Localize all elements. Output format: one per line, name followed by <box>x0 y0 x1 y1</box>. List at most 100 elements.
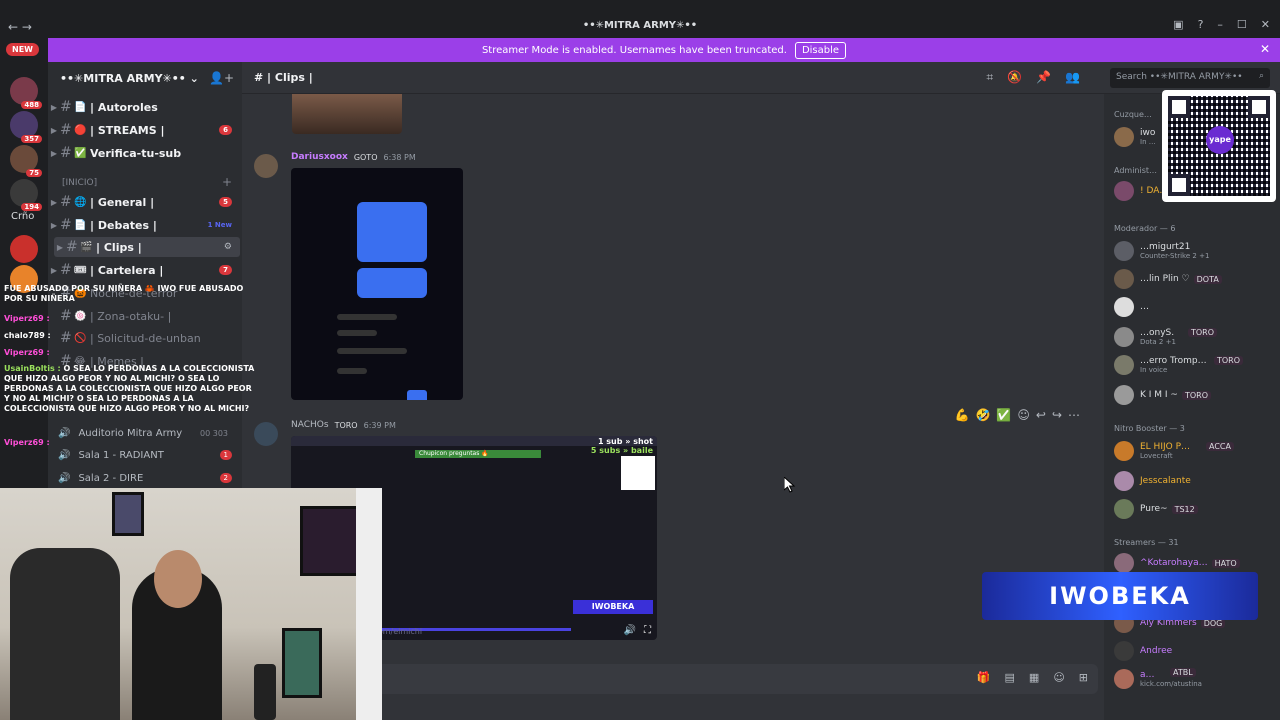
author-name[interactable]: Dariusxoox <box>291 152 348 162</box>
help-icon[interactable]: ? <box>1198 18 1204 31</box>
channel-item[interactable]: ▶ # ✅ Verifica-tu-sub <box>48 143 242 163</box>
message-header: NACHOs TORO 6:39 PM <box>291 420 396 430</box>
member-item[interactable]: …erro Tromp… In voice TORO <box>1114 354 1278 376</box>
laugh-reaction-icon[interactable]: 🤣 <box>975 408 990 422</box>
stream-overlay-label: IWOBEKA <box>573 600 653 614</box>
fullscreen-icon[interactable]: ⛶ <box>644 625 651 636</box>
forward-message-icon[interactable]: ↪ <box>1052 408 1062 422</box>
server-icon[interactable] <box>10 235 38 263</box>
maximize-icon[interactable]: ☐ <box>1237 18 1247 31</box>
chat-user: chalo789 : <box>4 331 51 340</box>
server-icon[interactable]: 194 <box>10 179 42 211</box>
channel-title: # | Clips | <box>254 71 313 84</box>
avatar[interactable] <box>254 154 278 178</box>
screenshot-attachment[interactable] <box>291 168 463 400</box>
flex-reaction-icon[interactable]: 💪 <box>955 408 970 422</box>
apps-icon[interactable]: ⊞ <box>1079 671 1088 684</box>
role-tag: GOTO <box>353 152 378 162</box>
speaker-icon: 🔊 <box>58 427 71 439</box>
server-text-item[interactable]: Crño <box>11 211 34 222</box>
channel-label: | STREAMS | <box>90 123 165 137</box>
server-icon[interactable]: 488 <box>10 77 42 109</box>
channel-item[interactable]: ▶ # 🌐 | General | 5 <box>48 192 242 212</box>
yape-logo: yape <box>1206 126 1234 154</box>
message-header: Dariusxoox GOTO 6:38 PM <box>291 152 416 162</box>
voice-channel[interactable]: 🔊 Sala 2 - DIRE 2 <box>58 468 238 488</box>
member-item[interactable]: K I M I ~ TORO <box>1114 384 1278 406</box>
member-item[interactable]: Jesscalante <box>1114 470 1278 492</box>
member-item[interactable]: ^Kotarohaya… HATO <box>1114 552 1278 574</box>
banner-close-icon[interactable]: ✕ <box>1260 42 1270 56</box>
channel-emoji-icon: 🌐 <box>74 196 87 208</box>
gift-icon[interactable]: 🎁 <box>977 671 991 684</box>
member-item[interactable]: …migurt21 Counter-Strike 2 +1 <box>1114 240 1278 262</box>
new-messages-label: 1 New <box>207 221 232 229</box>
threads-icon[interactable]: ⌗ <box>986 70 993 85</box>
timestamp: 6:39 PM <box>363 420 396 430</box>
member-category: Cuzque… <box>1114 110 1152 119</box>
voice-channel[interactable]: 🔊 Sala 1 - RADIANT 1 <box>58 445 238 465</box>
server-badge: 357 <box>21 135 42 143</box>
avatar <box>1114 181 1134 201</box>
add-reaction-icon[interactable]: ☺ <box>1017 408 1030 422</box>
server-icon[interactable]: 357 <box>10 111 42 143</box>
member-item[interactable]: …lin Plin ♡ DOTA <box>1114 268 1278 290</box>
member-item[interactable]: … <box>1114 296 1278 318</box>
chat-line: UsainBoltis : O SEA LO PERDONAS A LA COL… <box>4 364 255 413</box>
member-item[interactable]: a… kick.com/atustina ATBL <box>1114 668 1278 690</box>
webcam-overlay <box>0 488 382 720</box>
channel-sidebar: ••✳MITRA ARMY✳•• ⌄ 👤+ ▶ # 📄 | Autoroles ▶ # 🔴… <box>48 62 242 488</box>
member-item[interactable]: EL HIJO P… Lovecraft ACCA <box>1114 440 1278 462</box>
channel-item[interactable]: ▶ # 🔴 | STREAMS | 6 <box>48 120 242 140</box>
server-badge: 488 <box>21 101 42 109</box>
server-badge: 75 <box>26 169 42 177</box>
members-icon[interactable]: 👥 <box>1065 70 1080 85</box>
window-controls: ▣ ? – ☐ ✕ <box>1173 18 1270 31</box>
volume-icon[interactable]: 🔊 <box>624 625 636 636</box>
gif-icon[interactable]: ▤ <box>1005 671 1015 684</box>
chat-user: Viperz69 : <box>4 348 50 357</box>
voice-label: Sala 1 - RADIANT <box>78 449 164 461</box>
streamer-name-overlay: IWOBEKA <box>982 572 1258 620</box>
member-item[interactable]: Andree <box>1114 640 1278 662</box>
channel-label: Verifica-tu-sub <box>90 146 182 160</box>
sticker-icon[interactable]: ▦ <box>1029 671 1039 684</box>
member-item[interactable]: Pure~ TS12 <box>1114 498 1278 520</box>
channel-emoji-icon: 📄 <box>74 219 87 231</box>
minimize-icon[interactable]: – <box>1217 18 1223 31</box>
check-reaction-icon[interactable]: ✅ <box>996 408 1011 422</box>
member-category: Nitro Booster — 3 <box>1114 424 1185 433</box>
search-input[interactable]: Search ••✳MITRA ARMY✳•• ⌕ <box>1110 68 1270 88</box>
channel-label: | Cartelera | <box>90 263 164 277</box>
channel-item-clips[interactable]: ▶ # 🎬 | Clips | ⚙ <box>54 237 240 257</box>
member-category: Administ… <box>1114 166 1158 175</box>
member-item[interactable]: …onyS. Dota 2 +1 TORO <box>1114 326 1278 348</box>
author-name[interactable]: NACHOs <box>291 420 329 430</box>
channel-emoji-icon: ✅ <box>74 147 87 159</box>
add-member-icon[interactable]: 👤+ <box>209 71 234 85</box>
disable-button[interactable]: Disable <box>794 41 847 59</box>
chat-overlay: Chupicon preguntas 🔥 <box>415 450 541 458</box>
add-channel-icon[interactable]: + <box>222 175 232 189</box>
voice-badge: 2 <box>219 473 232 483</box>
server-icon[interactable]: 75 <box>10 145 42 177</box>
close-window-icon[interactable]: ✕ <box>1261 18 1270 31</box>
image-attachment[interactable] <box>292 94 402 134</box>
emoji-icon[interactable]: ☺ <box>1053 671 1064 684</box>
channel-item[interactable]: ▶ # 📄 | Autoroles <box>48 97 242 117</box>
category-inicio[interactable]: [INICIO] <box>62 178 97 188</box>
pin-icon[interactable]: 📌 <box>1036 70 1051 85</box>
inbox-icon[interactable]: ▣ <box>1173 18 1183 31</box>
settings-icon[interactable]: ⚙ <box>224 242 232 252</box>
streamer-mode-banner: Streamer Mode is enabled. Usernames have… <box>48 38 1280 62</box>
reply-icon[interactable]: ↩ <box>1036 408 1046 422</box>
channel-header: # | Clips | ⌗ 🔕 📌 👥 Search ••✳MITRA ARMY… <box>242 62 1280 94</box>
channel-item[interactable]: ▶ # 🎟 | Cartelera | 7 <box>48 260 242 280</box>
mouse-cursor-icon <box>784 477 796 493</box>
new-badge[interactable]: NEW <box>6 43 39 56</box>
mute-icon[interactable]: 🔕 <box>1007 70 1022 85</box>
server-name[interactable]: ••✳MITRA ARMY✳•• ⌄ <box>60 72 199 85</box>
channel-item[interactable]: ▶ # 📄 | Debates | 1 New <box>48 215 242 235</box>
microphone <box>254 664 276 720</box>
more-icon[interactable]: ⋯ <box>1068 408 1080 422</box>
